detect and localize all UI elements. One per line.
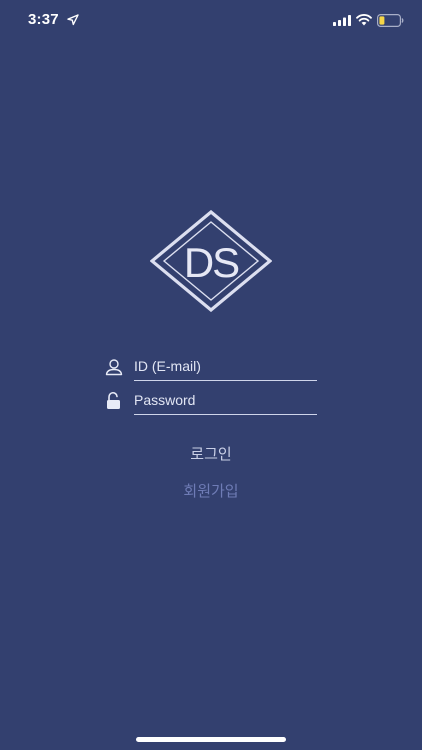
id-input[interactable] — [134, 352, 317, 381]
id-field — [104, 352, 318, 382]
password-field — [104, 386, 318, 416]
login-button[interactable]: 로그인 — [150, 440, 272, 468]
status-time: 3:37 — [28, 11, 59, 28]
home-indicator[interactable] — [136, 737, 286, 742]
logo-text: DS — [184, 239, 239, 286]
status-bar: 3:37 — [0, 0, 422, 40]
unlock-icon — [107, 391, 120, 409]
user-icon — [105, 359, 123, 376]
signup-button[interactable]: 회원가입 — [150, 477, 272, 505]
location-arrow-icon — [67, 14, 79, 26]
battery-low-icon — [377, 14, 404, 27]
wifi-icon — [356, 14, 372, 26]
password-input[interactable] — [134, 386, 317, 415]
signal-icon — [333, 15, 351, 26]
ds-logo: DS — [150, 210, 272, 312]
